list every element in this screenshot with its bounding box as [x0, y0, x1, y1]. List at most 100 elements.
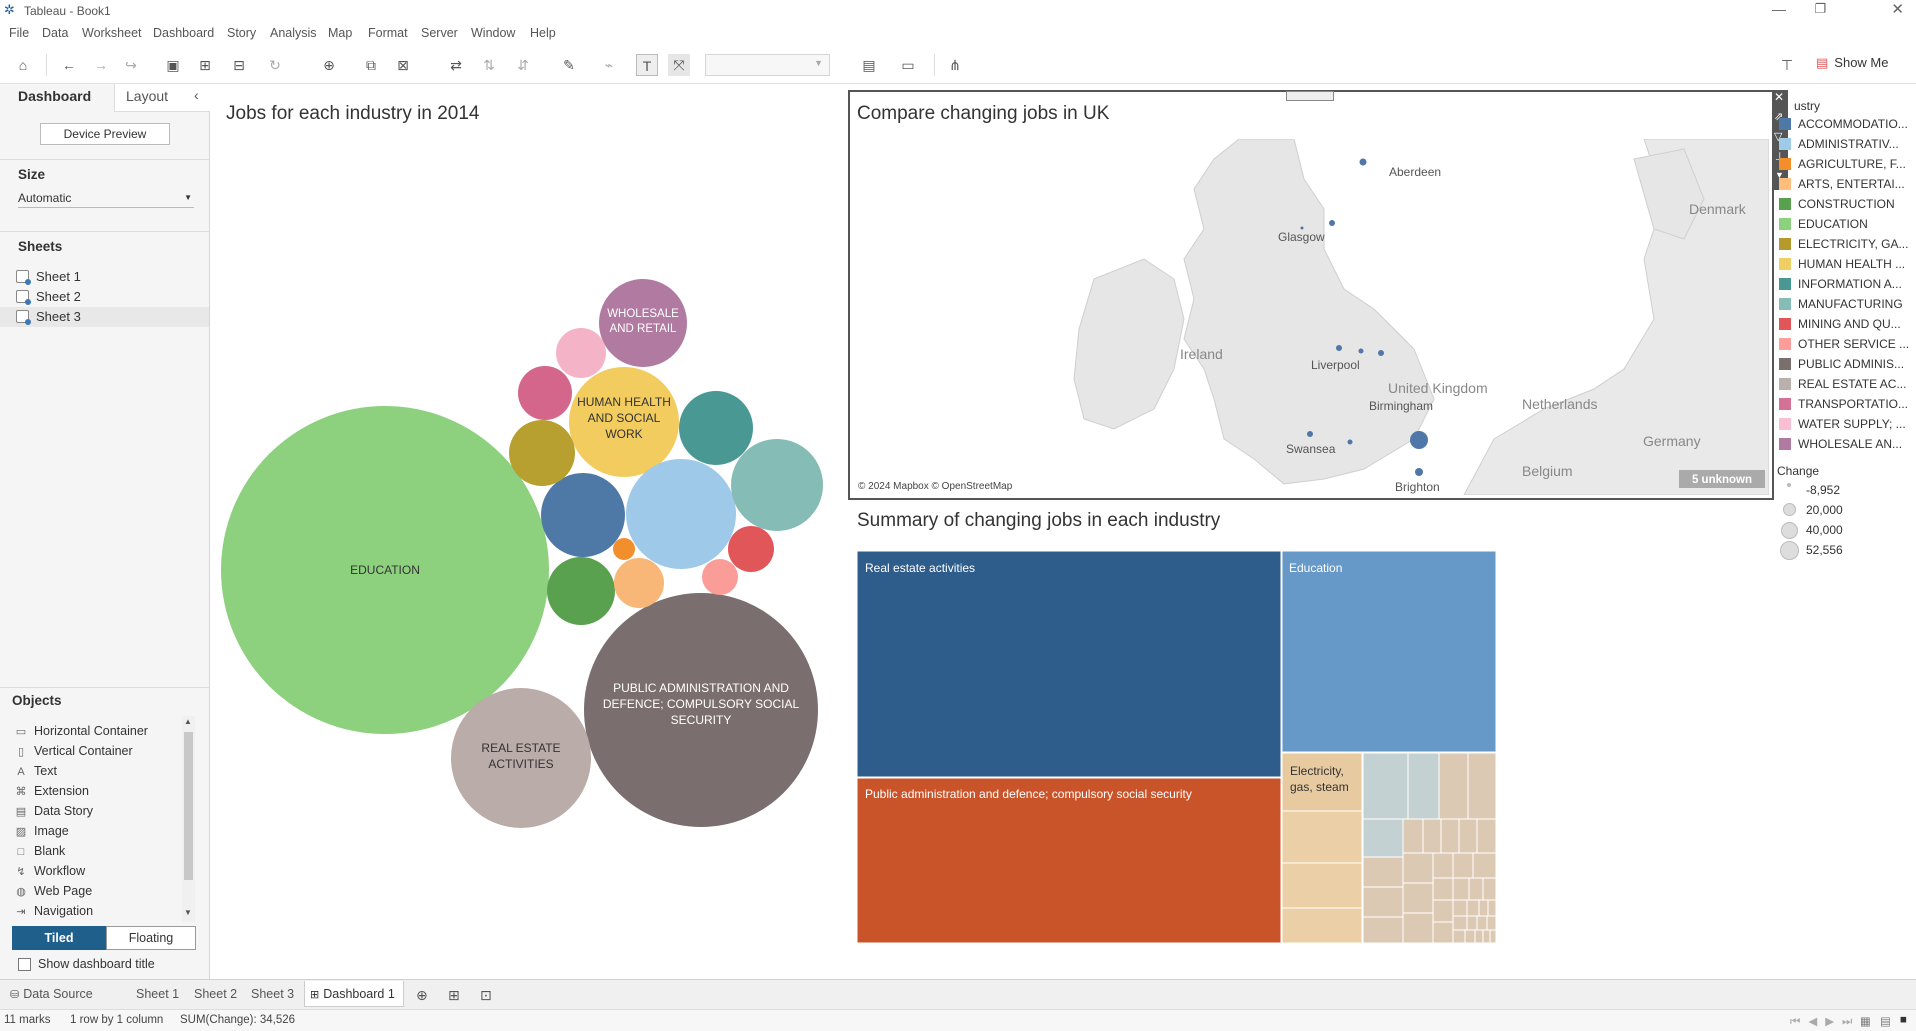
object-item[interactable]: ▨ Image: [14, 821, 69, 841]
tab-sheet-1[interactable]: Sheet 1: [136, 987, 179, 1001]
scroll-up-icon[interactable]: ▲: [184, 717, 192, 726]
object-item[interactable]: □ Blank: [14, 841, 66, 861]
treemap-cell[interactable]: [1432, 877, 1454, 901]
scroll-down-icon[interactable]: ▼: [184, 908, 192, 917]
legend-item[interactable]: ARTS, ENTERTAI...: [1779, 177, 1914, 193]
treemap-cell[interactable]: [1281, 862, 1363, 909]
menu-worksheet[interactable]: Worksheet: [82, 26, 142, 40]
treemap-cell[interactable]: [1402, 882, 1434, 914]
treemap-cell[interactable]: [1281, 810, 1363, 864]
grid-view-icon[interactable]: ▦: [1860, 1014, 1871, 1028]
page-nav-icons[interactable]: ⏮◀▶⏭: [1790, 1014, 1860, 1029]
drag-handle[interactable]: [1286, 91, 1334, 101]
tab-data-source[interactable]: ⛁ Data Source: [10, 987, 93, 1001]
sheet-item[interactable]: Sheet 3: [16, 307, 81, 327]
treemap-cell[interactable]: [1482, 877, 1497, 901]
clear-icon[interactable]: ⊠: [392, 54, 414, 76]
map-point[interactable]: [1300, 226, 1304, 230]
sort-descending-icon[interactable]: ⇵: [512, 54, 534, 76]
object-item[interactable]: ↯ Workflow: [14, 861, 85, 881]
treemap-cell[interactable]: [1458, 818, 1478, 854]
treemap-cell[interactable]: [1422, 818, 1442, 854]
treemap-real-estate[interactable]: [857, 551, 1282, 778]
sheet-item[interactable]: Sheet 1: [16, 267, 81, 287]
menu-format[interactable]: Format: [368, 26, 408, 40]
tab-dashboard[interactable]: Dashboard: [18, 88, 91, 114]
menu-map[interactable]: Map: [328, 26, 352, 40]
object-item[interactable]: ⇥ Navigation: [14, 901, 93, 921]
tab-sheet-3[interactable]: Sheet 3: [251, 987, 294, 1001]
group-icon[interactable]: ⌁: [598, 54, 620, 76]
pause-updates-icon[interactable]: ⊟: [228, 54, 250, 76]
menu-file[interactable]: File: [9, 26, 29, 40]
treemap-cell[interactable]: [1362, 916, 1404, 943]
new-datasource-icon[interactable]: ⊞: [194, 54, 216, 76]
new-worksheet-icon[interactable]: ⊕: [318, 54, 340, 76]
map-point[interactable]: [1358, 348, 1364, 354]
bubble-electricity[interactable]: [509, 420, 575, 486]
bubble-arts[interactable]: [614, 558, 664, 608]
treemap-education[interactable]: [1281, 551, 1497, 753]
bubble-accommodation[interactable]: [541, 473, 625, 557]
object-item[interactable]: ▤ Data Story: [14, 801, 93, 821]
treemap-cell[interactable]: [1438, 752, 1469, 820]
tab-layout[interactable]: Layout: [126, 88, 168, 114]
treemap-public-administration[interactable]: [857, 777, 1282, 943]
fit-dropdown[interactable]: ▼: [705, 54, 830, 76]
legend-item[interactable]: CONSTRUCTION: [1779, 197, 1914, 213]
forward-icon[interactable]: →: [90, 54, 112, 76]
legend-item[interactable]: MINING AND QU...: [1779, 317, 1914, 333]
legend-item[interactable]: PUBLIC ADMINIS...: [1779, 357, 1914, 373]
treemap-cell[interactable]: [1466, 899, 1480, 917]
back-icon[interactable]: ←: [58, 54, 80, 76]
menu-data[interactable]: Data: [42, 26, 68, 40]
treemap-cell[interactable]: [1362, 818, 1404, 858]
treemap-cell[interactable]: [1486, 915, 1497, 931]
show-cards-icon[interactable]: ▤: [858, 54, 880, 76]
treemap-cell[interactable]: [1472, 852, 1497, 879]
legend-item[interactable]: WATER SUPPLY; ...: [1779, 417, 1914, 433]
new-dashboard-tab-icon[interactable]: ⊞: [448, 987, 460, 1004]
treemap-cell[interactable]: [1402, 852, 1434, 884]
legend-item[interactable]: TRANSPORTATIO...: [1779, 397, 1914, 413]
treemap-cell[interactable]: [1281, 907, 1363, 943]
legend-item[interactable]: MANUFACTURING: [1779, 297, 1914, 313]
treemap-cell[interactable]: [1487, 899, 1497, 917]
treemap-cell[interactable]: [1362, 856, 1404, 888]
device-preview-button[interactable]: Device Preview: [40, 123, 170, 145]
treemap-cell[interactable]: [1362, 752, 1409, 820]
tab-sheet-2[interactable]: Sheet 2: [194, 987, 237, 1001]
menu-analysis[interactable]: Analysis: [270, 26, 317, 40]
treemap-cell[interactable]: [1452, 899, 1468, 917]
show-me-button[interactable]: ▤ Show Me: [1816, 55, 1889, 71]
treemap-cell[interactable]: [1452, 929, 1466, 943]
map-point[interactable]: [1336, 345, 1342, 351]
new-worksheet-tab-icon[interactable]: ⊕: [416, 987, 428, 1004]
legend-item[interactable]: ELECTRICITY, GA...: [1779, 237, 1914, 253]
treemap-cell[interactable]: [1464, 929, 1476, 943]
object-item[interactable]: ◍ Web Page: [14, 881, 92, 901]
map-point[interactable]: [1329, 220, 1335, 226]
redo-icon[interactable]: ↪: [120, 54, 142, 76]
close-window-icon[interactable]: ✕: [1891, 0, 1904, 18]
treemap-cell[interactable]: [1452, 877, 1470, 901]
menu-help[interactable]: Help: [530, 26, 556, 40]
treemap-cell[interactable]: [1452, 852, 1474, 879]
legend-item[interactable]: AGRICULTURE, F...: [1779, 157, 1914, 173]
show-labels-icon[interactable]: T: [636, 54, 658, 76]
legend-item[interactable]: WHOLESALE AN...: [1779, 437, 1914, 453]
object-item[interactable]: ⌘ Extension: [14, 781, 89, 801]
treemap[interactable]: [857, 551, 1497, 943]
objects-scrollbar[interactable]: ▲ ▼: [182, 716, 195, 922]
bubble-information[interactable]: [679, 391, 753, 465]
highlight-icon[interactable]: ✎: [558, 54, 580, 76]
minimize-icon[interactable]: —: [1772, 1, 1786, 17]
list-view-icon[interactable]: ▤: [1880, 1014, 1891, 1028]
presentation-mode-icon[interactable]: ▭: [897, 54, 919, 76]
presenter-icon[interactable]: ⊤: [1776, 54, 1798, 76]
object-item[interactable]: ▯ Vertical Container: [14, 741, 133, 761]
collapse-pane-icon[interactable]: ‹: [194, 87, 199, 103]
show-title-checkbox[interactable]: [18, 958, 31, 971]
swap-icon[interactable]: ⇄: [445, 54, 467, 76]
bubble-construction[interactable]: [547, 557, 615, 625]
